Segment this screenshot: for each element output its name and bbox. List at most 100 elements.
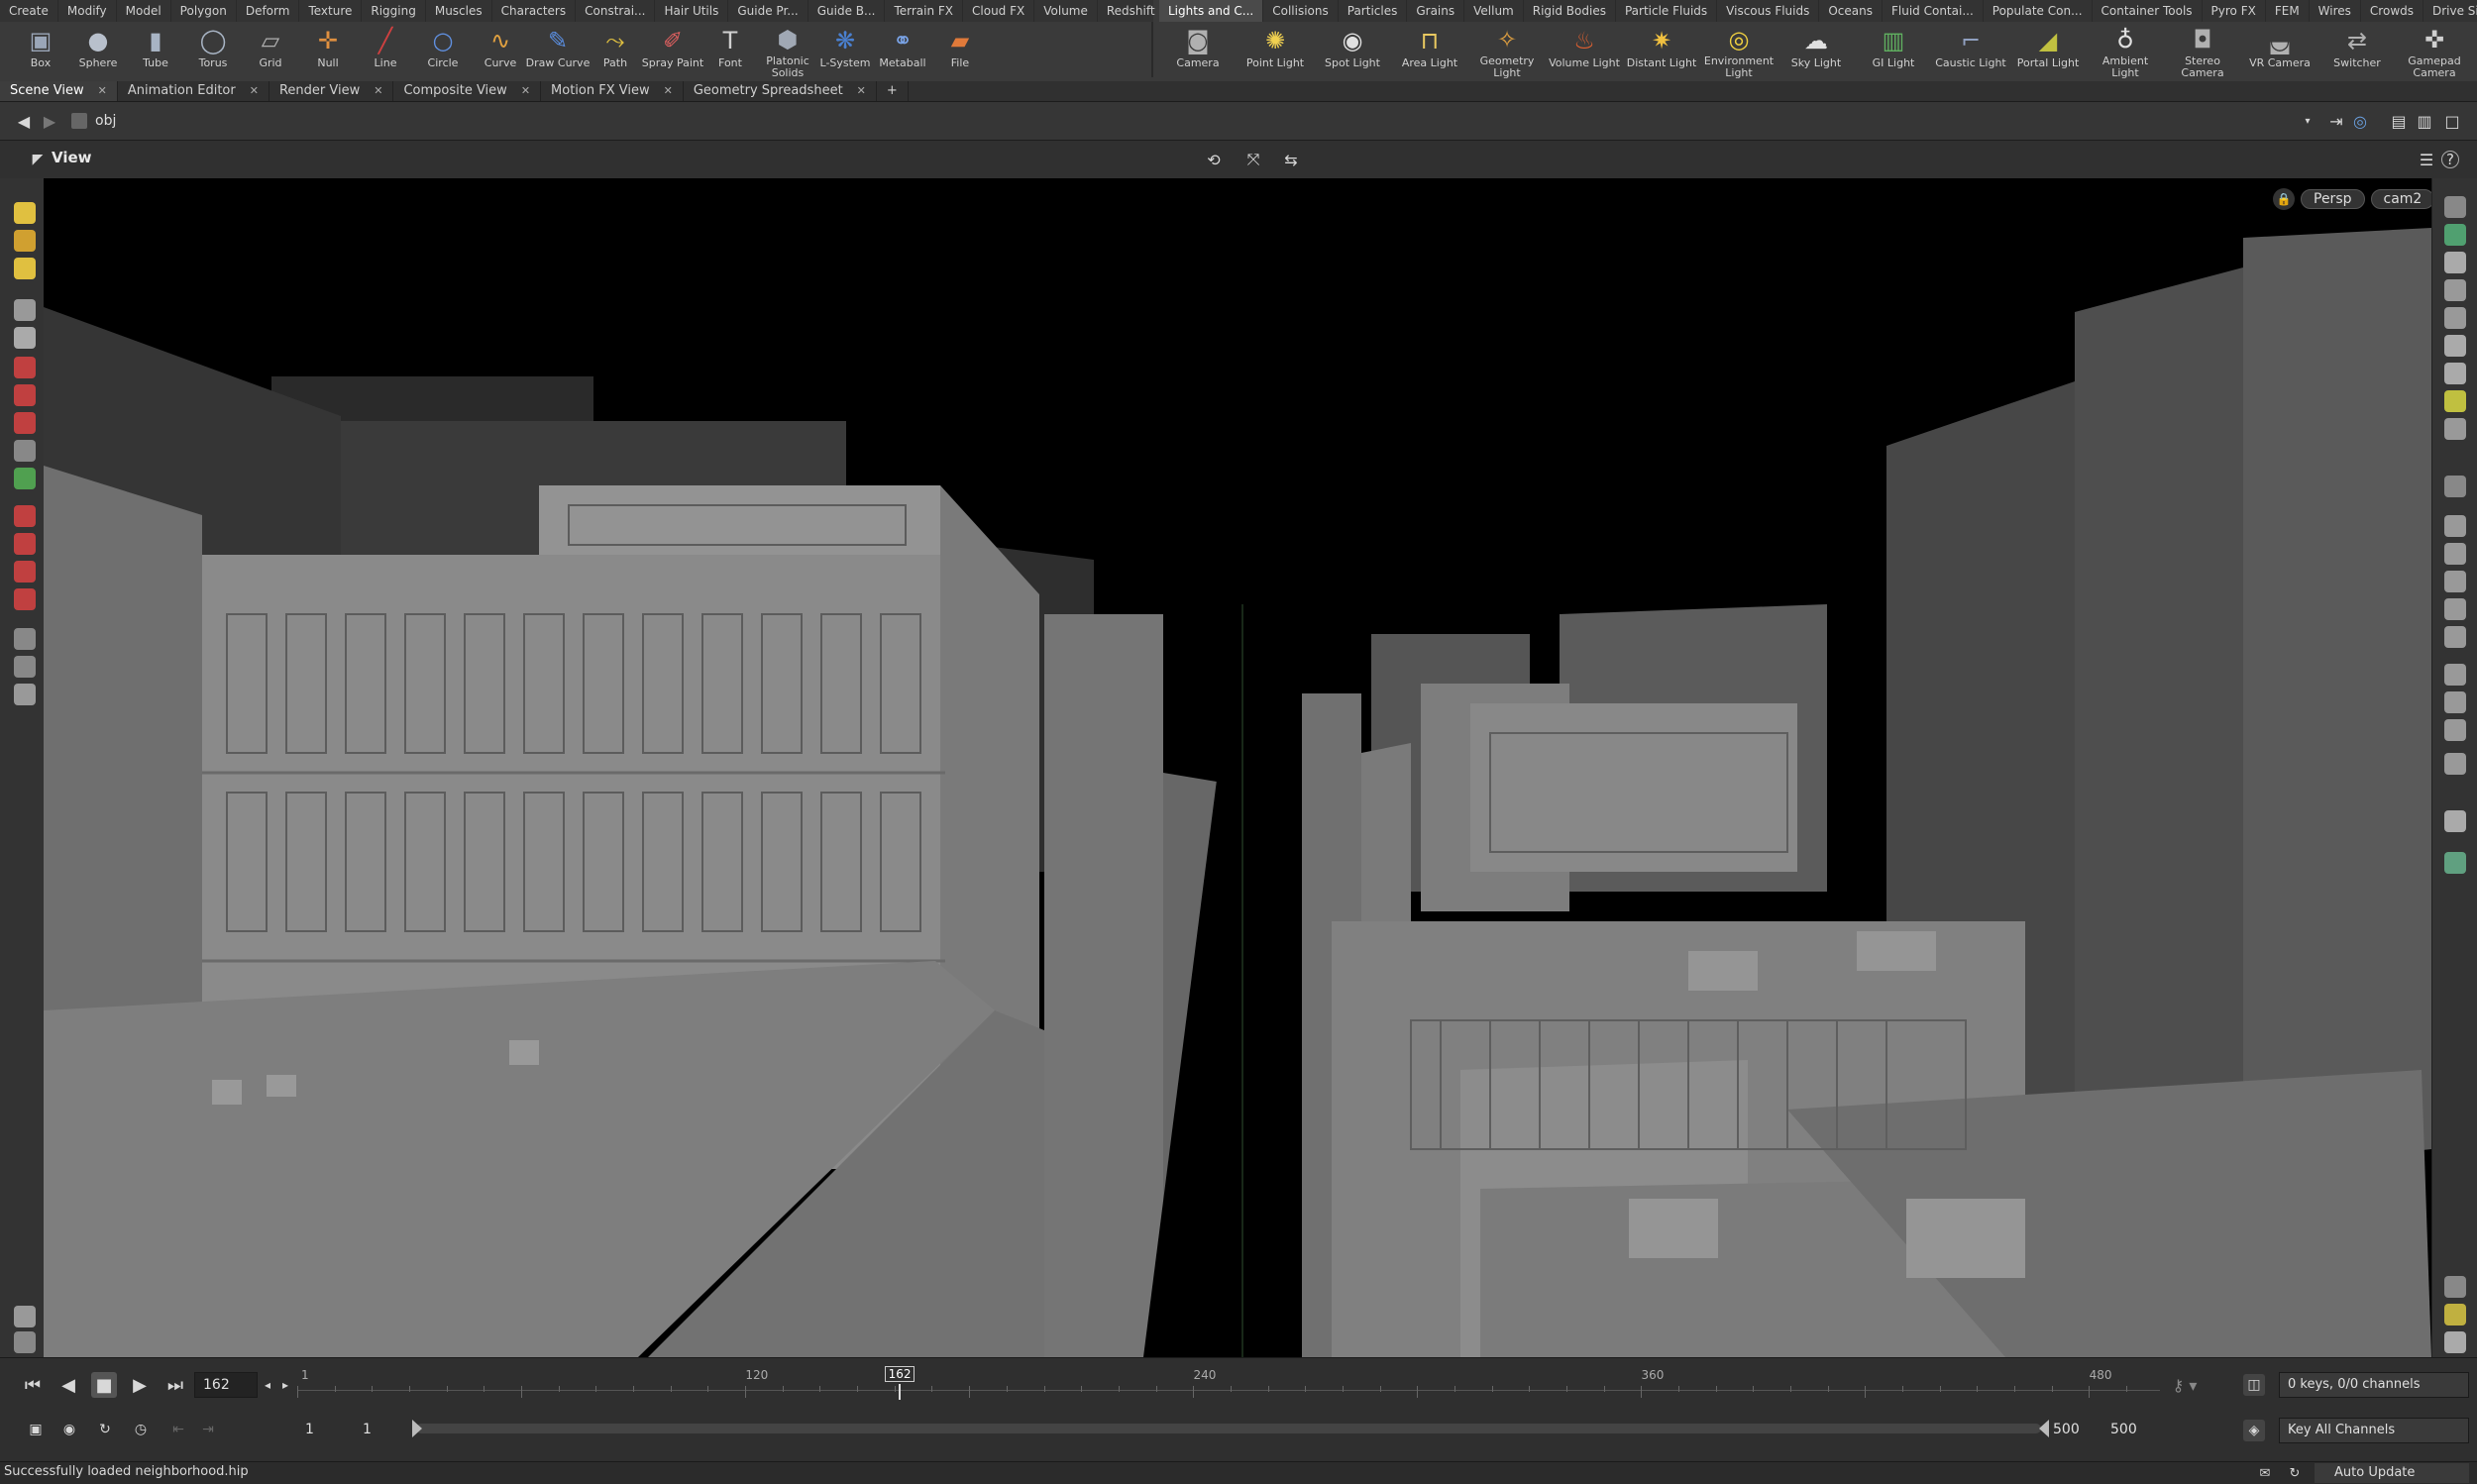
particle-icon[interactable] (2444, 626, 2466, 648)
snap-point-icon[interactable] (14, 533, 36, 555)
shelf-tab-right[interactable]: Drive Simula... (2423, 0, 2477, 22)
path-breadcrumb[interactable]: obj (71, 110, 1320, 132)
shelf-tab-right[interactable]: Rigid Bodies (1524, 0, 1616, 22)
shelf-tab-right[interactable]: FEM (2266, 0, 2310, 22)
pointer-tool-icon[interactable] (14, 299, 36, 321)
shelf-tab-left[interactable]: Guide B... (808, 0, 886, 22)
shelf-tool[interactable]: ✛ Null (299, 22, 357, 79)
start-frame-field[interactable]: 1 (297, 1418, 351, 1441)
refresh-icon[interactable]: ↻ (2285, 1463, 2305, 1483)
shelf-tool[interactable]: ▮ Tube (127, 22, 184, 79)
key-all-icon[interactable]: ◈ (2243, 1420, 2265, 1441)
shelf-tool[interactable]: ▣ Box (12, 22, 69, 79)
shelf-tool[interactable]: ▱ Grid (242, 22, 299, 79)
shelf-tab-left[interactable]: Model (117, 0, 171, 22)
move-tool-icon[interactable] (14, 357, 36, 378)
global-anim-options-icon[interactable]: ▣ (24, 1418, 48, 1441)
shelf-tab-right[interactable]: Populate Con... (1984, 0, 2093, 22)
channel-icon[interactable]: ◫ (2243, 1374, 2265, 1396)
camera-tool-icon[interactable] (14, 628, 36, 650)
shelf-tool[interactable]: ▥ GI Light (1855, 22, 1932, 79)
paint-tool-icon[interactable] (14, 1306, 36, 1327)
cull-icon[interactable] (2444, 691, 2466, 713)
split-icon[interactable]: ▥ (2414, 111, 2435, 131)
pane-tab[interactable]: Geometry Spreadsheet ✕ (684, 81, 877, 101)
lock-tool-icon[interactable] (14, 327, 36, 349)
shelf-tool[interactable]: T Font (701, 22, 759, 79)
primitive-icon[interactable] (2444, 719, 2466, 741)
bbox-icon[interactable] (2444, 664, 2466, 686)
render-tool-icon[interactable] (14, 684, 36, 705)
camera-display-icon[interactable] (2444, 476, 2466, 497)
shelf-tab-left[interactable]: Cloud FX (963, 0, 1035, 22)
shelf-tab-left[interactable]: Guide Pr... (728, 0, 808, 22)
edge-icon[interactable] (2444, 543, 2466, 565)
chat-icon[interactable]: ✉ (2255, 1463, 2275, 1483)
shelf-tab-right[interactable]: Collisions (1263, 0, 1339, 22)
shelf-tab-left[interactable]: Rigging (362, 0, 426, 22)
shelf-tab-right[interactable]: Container Tools (2093, 0, 2203, 22)
text-display-icon[interactable] (2444, 753, 2466, 775)
grid-display-icon[interactable] (2444, 1304, 2466, 1325)
view-mode-icon[interactable] (14, 230, 36, 252)
path-dropdown-icon[interactable]: ▾ (2301, 112, 2315, 130)
ghost-icon[interactable] (2444, 224, 2466, 246)
shelf-tool[interactable]: ✐ Spray Paint (642, 22, 703, 79)
stop-icon[interactable]: ■ (91, 1372, 117, 1398)
shelf-tab-right[interactable]: Crowds (2361, 0, 2423, 22)
jump-end-icon[interactable]: ⏭ (162, 1372, 188, 1398)
step-forward-icon[interactable]: ▸ (277, 1374, 293, 1396)
wire-icon[interactable] (2444, 335, 2466, 357)
play-reverse-icon[interactable]: ◀ (55, 1372, 81, 1398)
end-range-field[interactable]: 500 (2045, 1418, 2099, 1441)
shelf-tool[interactable]: ◛ VR Camera (2241, 22, 2318, 79)
prev-key-icon[interactable]: ⇤ (166, 1418, 190, 1441)
camera-menu[interactable]: cam2 (2370, 189, 2431, 209)
shelf-tool[interactable]: ✷ Distant Light (1623, 22, 1700, 79)
shelf-tab-left[interactable]: Terrain FX (885, 0, 964, 22)
eye-icon[interactable] (2444, 1331, 2466, 1353)
rotate-tool-icon[interactable] (14, 384, 36, 406)
camera-pan-icon[interactable]: ⤧ (1242, 149, 1264, 170)
shelf-tab-left[interactable]: Texture (299, 0, 363, 22)
range-start-handle[interactable] (412, 1420, 422, 1437)
shelf-tool[interactable]: ✜ Gamepad Camera (2396, 22, 2473, 79)
display-options-icon[interactable]: ☰ (2416, 149, 2437, 170)
pane-tab[interactable]: Composite View ✕ (393, 81, 542, 101)
play-icon[interactable]: ▶ (127, 1372, 153, 1398)
shelf-tool[interactable]: ○ Circle (414, 22, 472, 79)
shelf-tab-right[interactable]: Lights and C... (1159, 0, 1264, 22)
handle-tool-icon[interactable] (14, 440, 36, 462)
shelf-tab-right[interactable]: Pyro FX (2203, 0, 2266, 22)
select-mode-icon[interactable] (14, 202, 36, 224)
help-icon[interactable]: ? (2441, 151, 2459, 168)
info-icon[interactable] (2444, 1276, 2466, 1298)
key-icon[interactable]: ⚷ ▾ (2160, 1372, 2209, 1398)
shelf-tool[interactable]: ⊓ Area Light (1391, 22, 1468, 79)
sphere-display-icon[interactable] (14, 1331, 36, 1353)
shelf-tool[interactable]: ⚭ Metaball (874, 22, 931, 79)
scene-mode-icon[interactable] (14, 258, 36, 279)
shelf-tool[interactable]: ⬢ Platonic Solids (759, 22, 816, 79)
loop-icon[interactable]: ↻ (93, 1418, 117, 1441)
point-display-icon[interactable] (2444, 418, 2466, 440)
shelf-tool[interactable]: ◎ Environment Light (1700, 22, 1777, 79)
background-icon[interactable] (2444, 810, 2466, 832)
shelf-tool[interactable]: ◘ Stereo Camera (2164, 22, 2241, 79)
shelf-tool[interactable]: ◯ Torus (184, 22, 242, 79)
projection-menu[interactable]: Persp (2301, 189, 2365, 209)
shelf-tool[interactable]: ⇄ Switcher (2318, 22, 2396, 79)
shelf-tab-left[interactable]: Volume (1034, 0, 1098, 22)
forward-arrow-icon[interactable]: ▶ (40, 111, 59, 131)
audio-icon[interactable]: ◉ (57, 1418, 81, 1441)
jump-start-icon[interactable]: ⏮ (20, 1372, 46, 1398)
shelf-tab-left[interactable]: Redshift (1098, 0, 1165, 22)
key-all-channels-button[interactable]: Key All Channels (2279, 1418, 2469, 1443)
lock-view-icon[interactable] (2444, 252, 2466, 273)
pane-tab[interactable]: Render View ✕ (269, 81, 394, 101)
maximize-icon[interactable]: □ (2441, 111, 2463, 131)
close-icon[interactable]: ✕ (98, 81, 107, 101)
camera-dolly-icon[interactable]: ⇆ (1280, 149, 1302, 170)
shelf-tab-right[interactable]: Particle Fluids (1616, 0, 1718, 22)
layout-icon[interactable]: ▤ (2388, 111, 2410, 131)
